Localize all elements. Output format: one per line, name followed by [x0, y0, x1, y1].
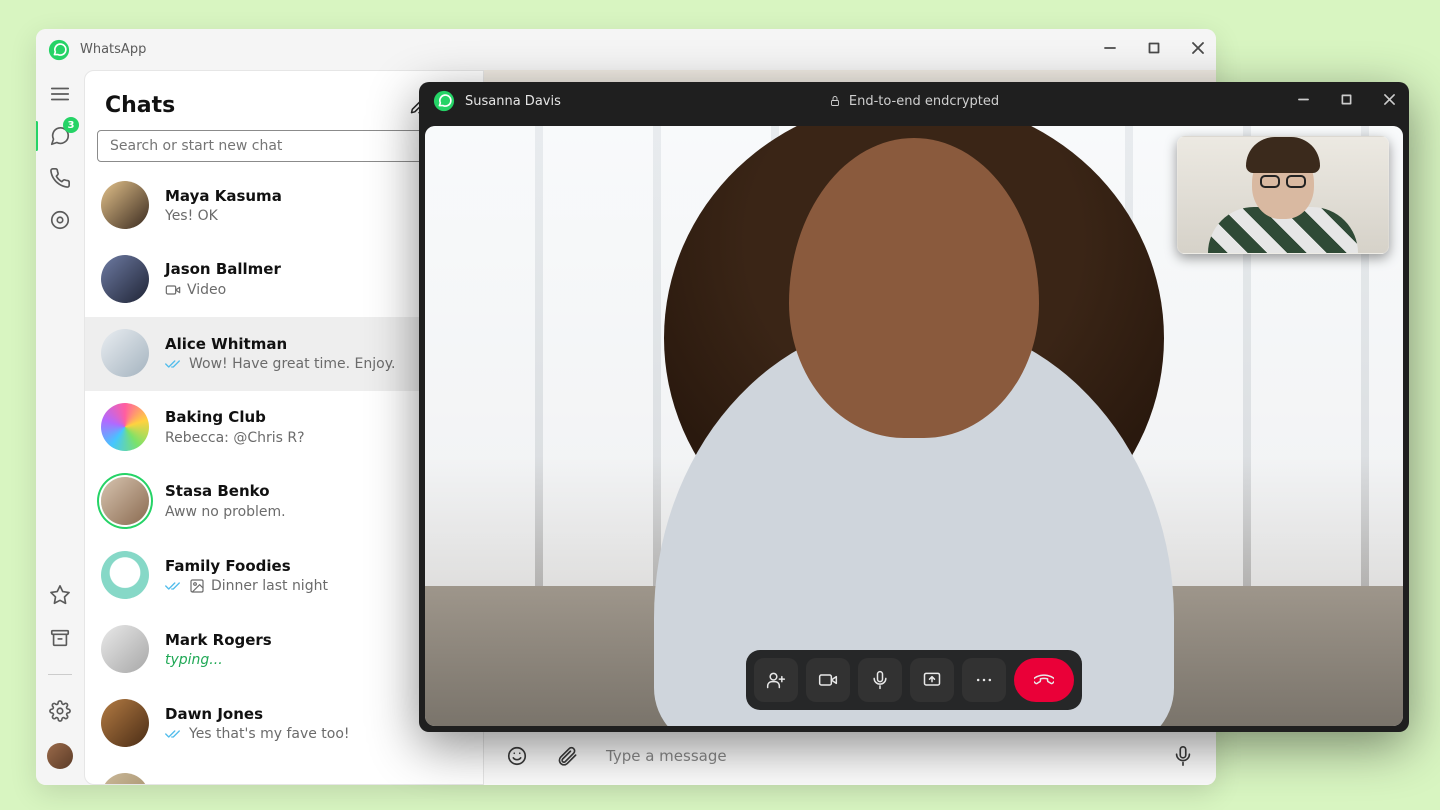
voice-message-button[interactable] [1172, 745, 1194, 767]
close-button[interactable] [1192, 42, 1204, 58]
whatsapp-logo-icon [48, 39, 70, 61]
chats-heading: Chats [105, 93, 395, 118]
video-call-window: Susanna Davis End-to-end endcrypted [419, 82, 1409, 732]
avatar [101, 477, 149, 525]
minimize-button[interactable] [1104, 42, 1116, 58]
emoji-button[interactable] [506, 745, 528, 767]
rail-divider [48, 674, 72, 675]
avatar [101, 625, 149, 673]
more-options-button[interactable] [962, 658, 1006, 702]
chats-unread-badge: 3 [63, 117, 79, 133]
avatar [101, 773, 149, 784]
chat-name: Mark Rogers [165, 631, 272, 649]
toggle-video-button[interactable] [806, 658, 850, 702]
call-close-button[interactable] [1384, 94, 1395, 109]
me-avatar[interactable] [47, 743, 73, 769]
settings-icon[interactable] [49, 700, 71, 722]
chat-name: Stasa Benko [165, 482, 270, 500]
message-composer: Type a message [484, 727, 1216, 785]
menu-icon[interactable] [49, 83, 71, 105]
maximize-button[interactable] [1148, 42, 1160, 58]
call-title-bar: Susanna Davis End-to-end endcrypted [419, 82, 1409, 120]
nav-rail: 3 [36, 70, 84, 785]
search-field[interactable] [108, 137, 445, 155]
call-window-controls [1298, 94, 1395, 109]
read-ticks-icon [165, 358, 183, 370]
chat-name: Maya Kasuma [165, 187, 282, 205]
toggle-mic-button[interactable] [858, 658, 902, 702]
avatar [101, 329, 149, 377]
end-call-button[interactable] [1014, 658, 1074, 702]
avatar [101, 255, 149, 303]
add-participant-button[interactable] [754, 658, 798, 702]
archived-icon[interactable] [49, 627, 71, 649]
encryption-status: End-to-end endcrypted [419, 94, 1409, 109]
encryption-label: End-to-end endcrypted [849, 94, 999, 109]
remote-video [425, 126, 1403, 726]
chats-tab-icon[interactable]: 3 [49, 125, 71, 147]
call-minimize-button[interactable] [1298, 94, 1309, 109]
starred-icon[interactable] [49, 584, 71, 606]
window-controls [1104, 42, 1204, 58]
call-maximize-button[interactable] [1341, 94, 1352, 109]
avatar [101, 699, 149, 747]
search-input[interactable] [97, 130, 471, 162]
chat-name: Family Foodies [165, 557, 291, 575]
app-title: WhatsApp [80, 42, 146, 57]
self-view[interactable] [1177, 136, 1389, 254]
chat-name: Alice Whitman [165, 335, 287, 353]
title-bar: WhatsApp [36, 29, 1216, 70]
call-peer-name: Susanna Davis [465, 94, 561, 109]
whatsapp-logo-icon [433, 90, 455, 112]
lock-icon [829, 95, 841, 107]
chat-name: Dawn Jones [165, 705, 263, 723]
calls-tab-icon[interactable] [49, 167, 71, 189]
composer-placeholder[interactable]: Type a message [606, 747, 1144, 765]
call-controls [746, 650, 1082, 710]
avatar [101, 551, 149, 599]
attach-button[interactable] [556, 745, 578, 767]
chat-name: Baking Club [165, 408, 266, 426]
avatar [101, 403, 149, 451]
read-ticks-icon [165, 728, 183, 740]
share-screen-button[interactable] [910, 658, 954, 702]
chat-name: Jason Ballmer [165, 260, 281, 278]
read-ticks-icon [165, 580, 183, 592]
chat-item[interactable]: Ziggy Woodley8:13 [85, 761, 483, 784]
status-tab-icon[interactable] [49, 209, 71, 231]
avatar [101, 181, 149, 229]
